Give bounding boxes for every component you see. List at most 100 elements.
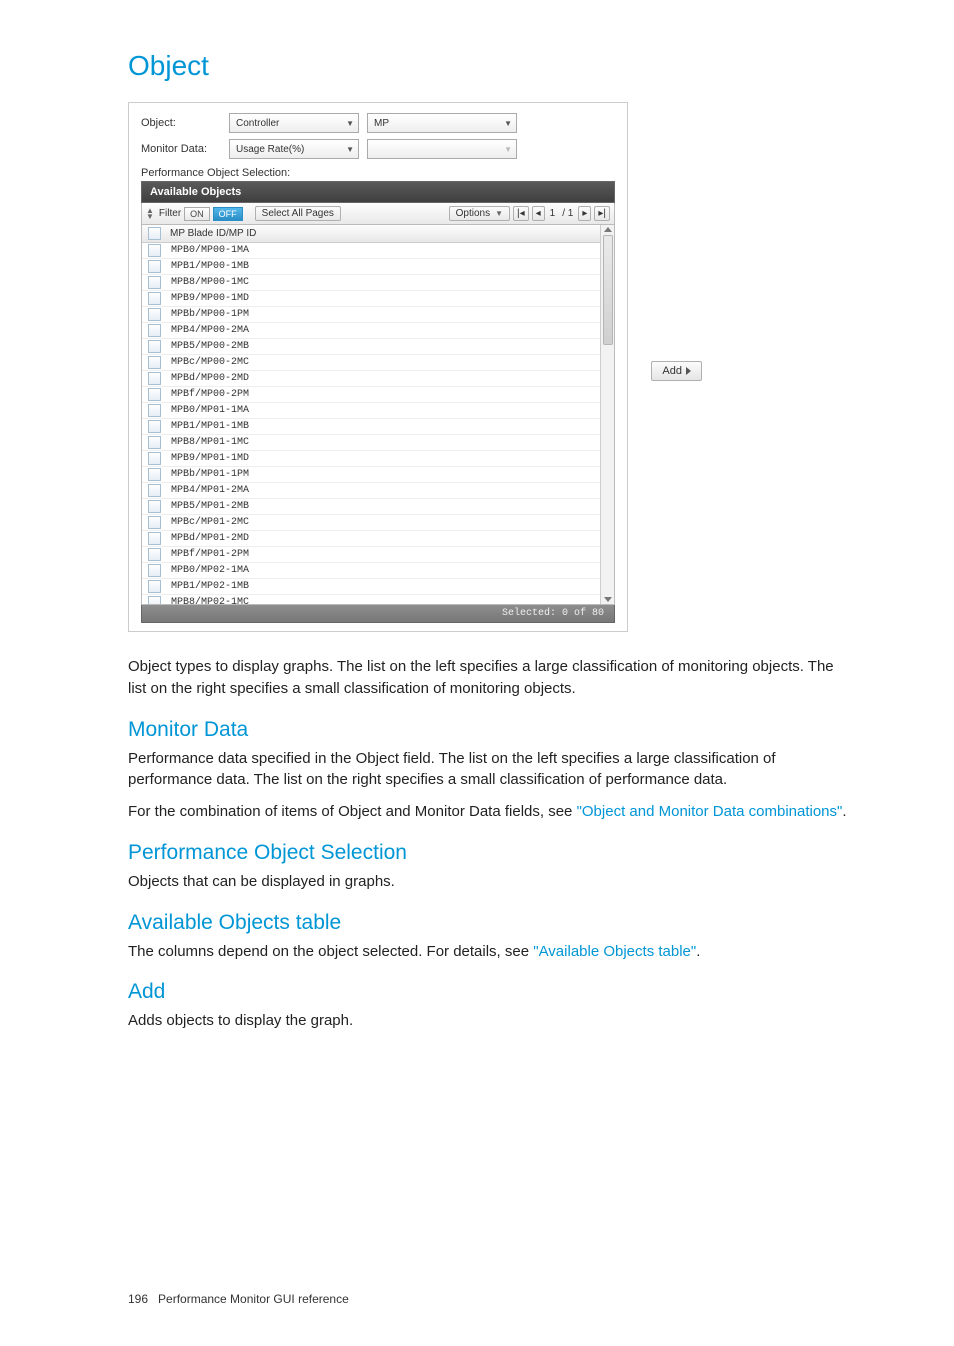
page-last-button[interactable]: ▸| (594, 206, 610, 221)
row-label: MPB4/MP01-2MA (171, 485, 249, 496)
link-available-objects-table[interactable]: "Available Objects table" (533, 943, 696, 960)
column-header[interactable]: MP Blade ID/MP ID (142, 225, 600, 243)
object-left-value: Controller (236, 118, 279, 129)
table-row[interactable]: MPBb/MP00-1PM (142, 307, 600, 323)
chevron-down-icon: ▼ (504, 145, 512, 154)
row-checkbox[interactable] (148, 276, 161, 289)
table-row[interactable]: MPB8/MP02-1MC (142, 595, 600, 604)
table-row[interactable]: MPB5/MP00-2MB (142, 339, 600, 355)
table-row[interactable]: MPBc/MP01-2MC (142, 515, 600, 531)
table-row[interactable]: MPB9/MP00-1MD (142, 291, 600, 307)
page-next-button[interactable]: ▸ (578, 206, 591, 221)
row-label: MPB5/MP00-2MB (171, 341, 249, 352)
table-row[interactable]: MPB0/MP02-1MA (142, 563, 600, 579)
monitor-data-description-2: For the combination of items of Object a… (128, 801, 854, 823)
row-label: MPB9/MP01-1MD (171, 453, 249, 464)
available-objects-description: The columns depend on the object selecte… (128, 941, 854, 963)
table-row[interactable]: MPBd/MP01-2MD (142, 531, 600, 547)
heading-performance-object-selection: Performance Object Selection (128, 841, 854, 865)
page-first-button[interactable]: |◂ (513, 206, 529, 221)
monitor-right-select[interactable]: ▼ (367, 139, 517, 159)
page-prev-button[interactable]: ◂ (532, 206, 545, 221)
page-footer: 196 Performance Monitor GUI reference (128, 1292, 854, 1306)
table-row[interactable]: MPB0/MP00-1MA (142, 243, 600, 259)
table-row[interactable]: MPBd/MP00-2MD (142, 371, 600, 387)
table-row[interactable]: MPB4/MP00-2MA (142, 323, 600, 339)
page-total: / 1 (560, 208, 575, 219)
row-checkbox[interactable] (148, 436, 161, 449)
row-label: MPB0/MP02-1MA (171, 565, 249, 576)
add-description: Adds objects to display the graph. (128, 1010, 854, 1032)
row-checkbox[interactable] (148, 596, 161, 604)
object-description: Object types to display graphs. The list… (128, 656, 854, 700)
link-object-monitor-combinations[interactable]: "Object and Monitor Data combinations" (577, 803, 843, 820)
filter-label: Filter (159, 208, 181, 219)
scrollbar[interactable] (600, 225, 614, 604)
chevron-down-icon: ▼ (495, 210, 503, 217)
table-row[interactable]: MPB8/MP00-1MC (142, 275, 600, 291)
row-checkbox[interactable] (148, 484, 161, 497)
chevron-right-icon (686, 367, 691, 375)
monitor-data-description-1: Performance data specified in the Object… (128, 748, 854, 792)
table-row[interactable]: MPB1/MP01-1MB (142, 419, 600, 435)
row-checkbox[interactable] (148, 244, 161, 257)
table-row[interactable]: MPBc/MP00-2MC (142, 355, 600, 371)
row-checkbox[interactable] (148, 548, 161, 561)
row-checkbox[interactable] (148, 388, 161, 401)
row-checkbox[interactable] (148, 372, 161, 385)
page-current: 1 (548, 208, 558, 219)
row-label: MPBb/MP01-1PM (171, 469, 249, 480)
row-label: MPBf/MP01-2PM (171, 549, 249, 560)
monitor-left-select[interactable]: Usage Rate(%) ▼ (229, 139, 359, 159)
row-checkbox[interactable] (148, 324, 161, 337)
select-all-pages-button[interactable]: Select All Pages (255, 206, 341, 221)
table-row[interactable]: MPBb/MP01-1PM (142, 467, 600, 483)
object-right-select[interactable]: MP ▼ (367, 113, 517, 133)
row-label: MPBf/MP00-2PM (171, 389, 249, 400)
row-checkbox[interactable] (148, 580, 161, 593)
column-header-label: MP Blade ID/MP ID (170, 228, 256, 239)
row-label: MPB5/MP01-2MB (171, 501, 249, 512)
table-row[interactable]: MPB0/MP01-1MA (142, 403, 600, 419)
row-label: MPB1/MP00-1MB (171, 261, 249, 272)
row-checkbox[interactable] (148, 516, 161, 529)
filter-off-button[interactable]: OFF (213, 207, 243, 221)
object-left-select[interactable]: Controller ▼ (229, 113, 359, 133)
row-checkbox[interactable] (148, 356, 161, 369)
row-checkbox[interactable] (148, 500, 161, 513)
row-checkbox[interactable] (148, 260, 161, 273)
table-row[interactable]: MPBf/MP01-2PM (142, 547, 600, 563)
row-label: MPB8/MP00-1MC (171, 277, 249, 288)
filter-on-button[interactable]: ON (184, 207, 210, 221)
table-row[interactable]: MPBf/MP00-2PM (142, 387, 600, 403)
table-row[interactable]: MPB4/MP01-2MA (142, 483, 600, 499)
available-objects-header: Available Objects (141, 181, 615, 203)
table-row[interactable]: MPB1/MP00-1MB (142, 259, 600, 275)
row-checkbox[interactable] (148, 532, 161, 545)
table-row[interactable]: MPB5/MP01-2MB (142, 499, 600, 515)
selection-status: Selected: 0 of 80 (141, 605, 615, 623)
row-checkbox[interactable] (148, 404, 161, 417)
row-checkbox[interactable] (148, 420, 161, 433)
table-toolbar: ▲▼ Filter ON OFF Select All Pages Option… (141, 203, 615, 225)
row-checkbox[interactable] (148, 340, 161, 353)
row-label: MPBd/MP00-2MD (171, 373, 249, 384)
row-checkbox[interactable] (148, 308, 161, 321)
add-button-label: Add (662, 365, 682, 377)
row-checkbox[interactable] (148, 468, 161, 481)
row-checkbox[interactable] (148, 452, 161, 465)
row-checkbox[interactable] (148, 292, 161, 305)
filter-expand-icon[interactable]: ▲▼ (146, 208, 154, 220)
performance-object-selection-description: Objects that can be displayed in graphs. (128, 871, 854, 893)
add-button[interactable]: Add (651, 361, 702, 381)
object-right-value: MP (374, 118, 389, 129)
row-checkbox[interactable] (148, 564, 161, 577)
heading-monitor-data: Monitor Data (128, 718, 854, 742)
select-all-checkbox[interactable] (148, 227, 161, 240)
scrollbar-thumb[interactable] (603, 235, 613, 345)
table-row[interactable]: MPB9/MP01-1MD (142, 451, 600, 467)
table-row[interactable]: MPB8/MP01-1MC (142, 435, 600, 451)
options-button[interactable]: Options ▼ (449, 206, 510, 221)
table-row[interactable]: MPB1/MP02-1MB (142, 579, 600, 595)
row-label: MPBb/MP00-1PM (171, 309, 249, 320)
